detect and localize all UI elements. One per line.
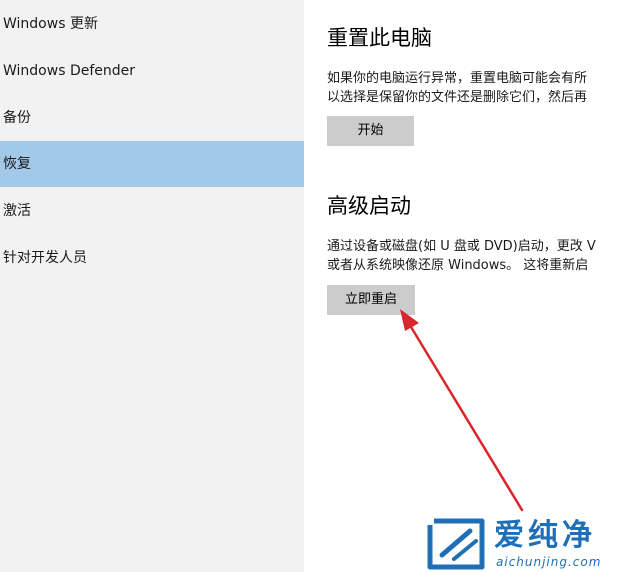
advanced-startup-title: 高级启动 <box>327 194 411 218</box>
sidebar-item-windows-defender[interactable]: Windows Defender <box>0 48 304 94</box>
reset-pc-description-line-1: 如果你的电脑运行异常，重置电脑可能会有所 <box>327 71 588 86</box>
reset-pc-title: 重置此电脑 <box>327 26 432 50</box>
watermark-brand-text: 爱纯净 <box>494 518 596 553</box>
settings-sidebar: Windows 更新 Windows Defender 备份 恢复 激活 针对开… <box>0 0 304 572</box>
watermark: 爱纯净 aichunjing.com <box>424 515 621 572</box>
reset-start-button[interactable]: 开始 <box>327 116 414 146</box>
advanced-startup-description-line-1: 通过设备或磁盘(如 U 盘或 DVD)启动，更改 V <box>327 239 596 254</box>
restart-now-button[interactable]: 立即重启 <box>327 285 415 315</box>
sidebar-item-for-developers[interactable]: 针对开发人员 <box>0 235 304 281</box>
sidebar-item-recovery[interactable]: 恢复 <box>0 141 304 187</box>
watermark-url-text: aichunjing.com <box>496 555 602 569</box>
reset-pc-description-line-2: 以选择是保留你的文件还是删除它们，然后再 <box>327 90 588 105</box>
sidebar-item-activation[interactable]: 激活 <box>0 188 304 234</box>
watermark-logo-icon <box>427 518 485 570</box>
sidebar-item-backup[interactable]: 备份 <box>0 95 304 141</box>
recovery-content: 重置此电脑 如果你的电脑运行异常，重置电脑可能会有所 以选择是保留你的文件还是删… <box>304 0 621 572</box>
advanced-startup-description-line-2: 或者从系统映像还原 Windows。 这将重新启 <box>327 258 589 273</box>
sidebar-item-windows-update[interactable]: Windows 更新 <box>0 1 304 47</box>
